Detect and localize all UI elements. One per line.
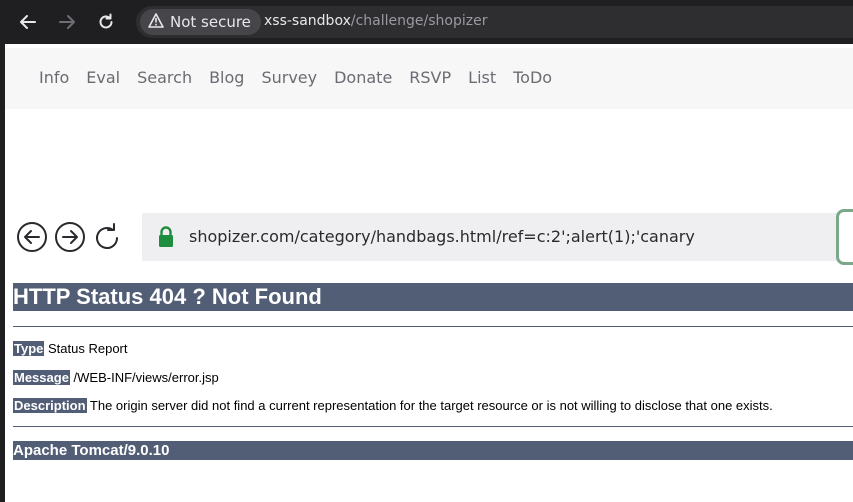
nav-item-list[interactable]: List xyxy=(468,68,496,87)
reload-icon xyxy=(91,223,123,257)
message-line: Message /WEB-INF/views/error.jsp xyxy=(13,370,219,385)
arrow-right-icon xyxy=(58,13,76,31)
inner-url-text: shopizer.com/category/handbags.html/ref=… xyxy=(189,227,695,246)
divider xyxy=(13,326,853,327)
back-button[interactable] xyxy=(14,8,42,36)
divider xyxy=(13,426,853,427)
circle-arrow-right-icon xyxy=(54,222,86,257)
type-value: Status Report xyxy=(48,341,128,356)
forward-button[interactable] xyxy=(53,8,81,36)
address-bar[interactable]: Not secure xss-sandbox/challenge/shopize… xyxy=(136,6,853,38)
circle-arrow-left-icon xyxy=(16,222,48,257)
inner-forward-button[interactable] xyxy=(54,221,86,253)
window-edge xyxy=(0,44,5,502)
type-line: Type Status Report xyxy=(13,341,128,356)
server-info: Apache Tomcat/9.0.10 xyxy=(13,441,853,460)
error-title: HTTP Status 404 ? Not Found xyxy=(13,283,853,311)
lock-icon xyxy=(158,226,174,252)
security-label: Not secure xyxy=(170,13,251,31)
security-indicator[interactable]: Not secure xyxy=(140,9,261,35)
message-value: /WEB-INF/views/error.jsp xyxy=(73,370,219,385)
message-label: Message xyxy=(13,370,70,385)
inner-frame-edge xyxy=(836,209,853,265)
nav-item-rsvp[interactable]: RSVP xyxy=(409,68,451,87)
reload-icon xyxy=(97,13,115,31)
site-nav: Info Eval Search Blog Survey Donate RSVP… xyxy=(5,48,853,109)
warning-icon xyxy=(148,12,164,32)
inner-address-bar[interactable]: shopizer.com/category/handbags.html/ref=… xyxy=(142,213,842,261)
nav-item-info[interactable]: Info xyxy=(39,68,69,87)
description-value: The origin server did not find a current… xyxy=(89,398,773,413)
url-path: /challenge/shopizer xyxy=(350,13,488,29)
reload-button[interactable] xyxy=(92,8,120,36)
description-label: Description xyxy=(13,398,87,413)
url-text[interactable]: xss-sandbox/challenge/shopizer xyxy=(264,13,487,29)
nav-item-todo[interactable]: ToDo xyxy=(513,68,552,87)
nav-item-blog[interactable]: Blog xyxy=(209,68,244,87)
description-line: Description The origin server did not fi… xyxy=(13,398,773,413)
nav-item-search[interactable]: Search xyxy=(137,68,192,87)
inner-back-button[interactable] xyxy=(16,221,48,253)
nav-item-eval[interactable]: Eval xyxy=(86,68,120,87)
nav-item-survey[interactable]: Survey xyxy=(261,68,317,87)
nav-item-donate[interactable]: Donate xyxy=(334,68,392,87)
inner-reload-button[interactable] xyxy=(91,221,123,253)
url-host: xss-sandbox xyxy=(264,13,351,29)
type-label: Type xyxy=(13,341,45,356)
browser-toolbar: Not secure xss-sandbox/challenge/shopize… xyxy=(0,0,853,44)
arrow-left-icon xyxy=(19,13,37,31)
